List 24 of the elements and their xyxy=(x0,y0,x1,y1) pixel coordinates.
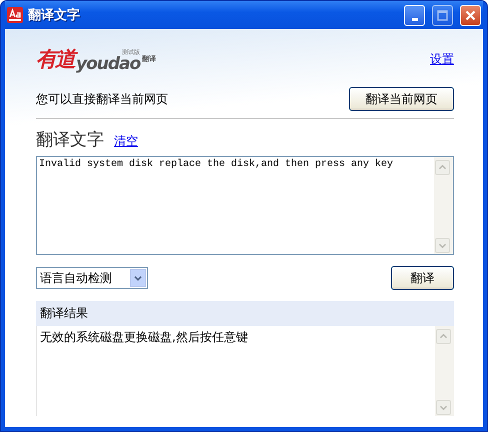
translate-button[interactable]: 翻译 xyxy=(391,266,454,290)
app-icon xyxy=(7,7,23,23)
minimize-button[interactable] xyxy=(404,4,425,26)
close-button[interactable] xyxy=(460,4,481,26)
clear-link[interactable]: 清空 xyxy=(114,133,138,150)
language-select[interactable]: 语言自动检测 xyxy=(36,267,148,289)
logo-wordmark: youdao xyxy=(76,56,140,73)
dropdown-icon[interactable] xyxy=(130,269,146,287)
scroll-up-icon[interactable] xyxy=(435,160,450,175)
section-heading: 翻译文字 xyxy=(36,129,104,151)
maximize-button[interactable] xyxy=(432,4,453,26)
scroll-up-icon[interactable] xyxy=(436,329,451,344)
close-icon xyxy=(465,10,476,20)
result-text: 无效的系统磁盘更换磁盘,然后按任意键 xyxy=(39,329,249,346)
result-heading: 翻译结果 xyxy=(36,301,454,326)
scroll-down-icon[interactable] xyxy=(435,238,450,253)
source-text-field[interactable]: Invalid system disk replace the disk,and then press any key xyxy=(36,156,454,255)
maximize-icon xyxy=(437,10,448,20)
translate-page-button[interactable]: 翻译当前网页 xyxy=(349,87,454,111)
hint-text: 您可以直接翻译当前网页 xyxy=(36,90,168,108)
window-title: 翻译文字 xyxy=(28,6,81,24)
settings-link[interactable]: 设置 xyxy=(430,50,454,68)
minimize-icon xyxy=(412,18,418,20)
scroll-down-icon[interactable] xyxy=(436,400,451,415)
